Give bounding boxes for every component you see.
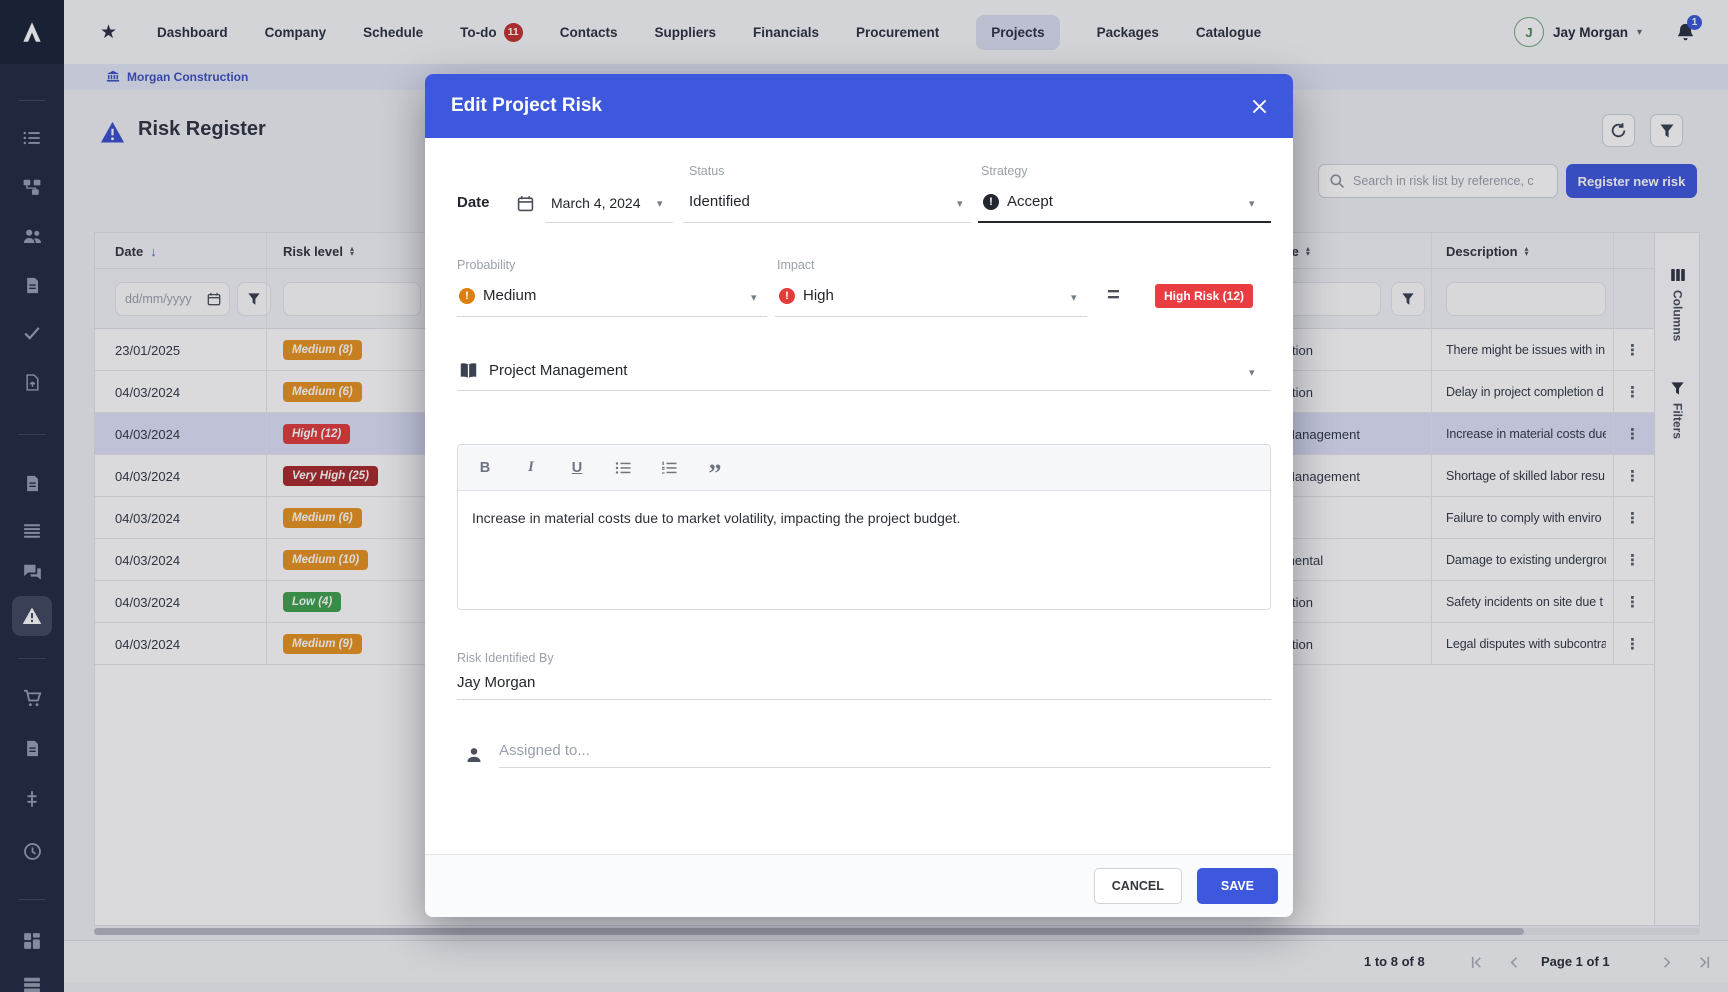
status-select-value[interactable]: Identified [689,193,750,210]
chevron-down-icon[interactable]: ▾ [1249,366,1255,379]
book-icon [459,361,478,380]
probability-label: Probability [457,258,515,272]
save-button[interactable]: SAVE [1197,868,1278,904]
impact-select-value[interactable]: High [803,287,834,304]
numbered-list-button[interactable] [658,457,680,479]
close-icon [1252,99,1267,114]
chevron-down-icon[interactable]: ▾ [657,197,663,210]
chevron-down-icon[interactable]: ▾ [751,291,757,304]
identified-by-input[interactable] [457,674,1271,700]
probability-warning-icon: ! [459,288,475,304]
modal-body: Date March 4, 2024 ▾ Status Identified ▾… [425,138,1293,854]
edit-project-risk-modal: Edit Project Risk Date March 4, 2024 ▾ S… [425,74,1293,917]
status-label: Status [689,164,724,178]
equals-sign: = [1107,282,1120,308]
close-button[interactable] [1252,99,1267,114]
underline-button[interactable]: U [566,457,588,479]
chevron-down-icon[interactable]: ▾ [1071,291,1077,304]
strategy-select-value[interactable]: Accept [1007,193,1053,210]
blockquote-button[interactable]: ” [704,457,726,479]
cancel-button[interactable]: CANCEL [1094,868,1182,904]
category-select-value[interactable]: Project Management [489,362,627,379]
strategy-label: Strategy [981,164,1028,178]
person-icon [465,746,483,764]
description-editor: B I U ” Increase in material costs due t… [457,444,1271,610]
italic-button[interactable]: I [520,457,542,479]
description-editor-content[interactable]: Increase in material costs due to market… [458,491,1270,545]
modal-header: Edit Project Risk [425,74,1293,138]
date-value[interactable]: March 4, 2024 [551,195,641,211]
bold-button[interactable]: B [474,457,496,479]
editor-toolbar: B I U ” [458,445,1270,491]
calendar-icon[interactable] [517,195,534,213]
chevron-down-icon[interactable]: ▾ [1249,197,1255,210]
chevron-down-icon[interactable]: ▾ [957,197,963,210]
bullet-list-button[interactable] [612,457,634,479]
risk-result-badge: High Risk (12) [1155,284,1253,308]
identified-by-label: Risk Identified By [457,651,554,665]
assigned-to-input[interactable] [499,742,1271,768]
probability-select-value[interactable]: Medium [483,287,536,304]
impact-warning-icon: ! [779,288,795,304]
modal-title: Edit Project Risk [451,95,602,117]
app-window: ★ Dashboard Company Schedule To-do11 Con… [0,0,1728,992]
impact-label: Impact [777,258,815,272]
modal-footer: CANCEL SAVE [425,854,1293,917]
strategy-status-icon: ! [983,194,999,210]
date-field-label: Date [457,194,490,211]
